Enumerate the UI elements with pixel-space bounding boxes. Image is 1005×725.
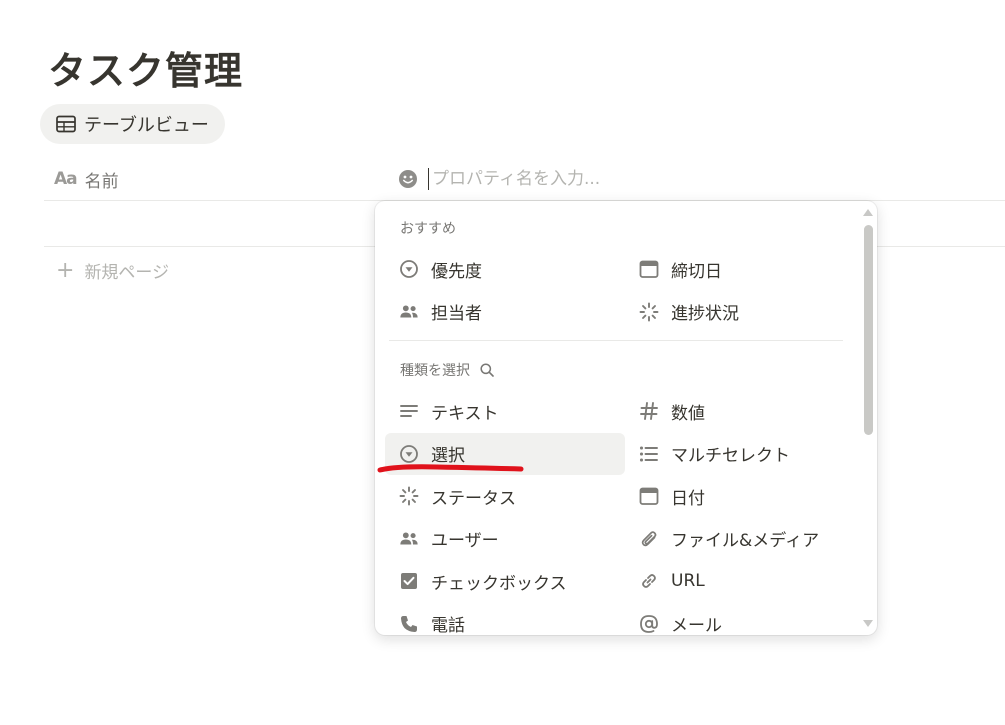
property-type-menu: おすすめ 優先度 締切日 担当者 進捗状況 種類を選択 テキスト 数値 選択 マ…	[375, 201, 877, 635]
menu-item-label: メール	[671, 616, 722, 635]
paperclip-icon	[639, 529, 659, 549]
menu-item-label: 進捗状況	[671, 304, 739, 325]
menu-item-label: チェックボックス	[431, 573, 567, 594]
table-icon	[56, 115, 76, 133]
page-title: タスク管理	[48, 49, 244, 93]
menu-item-label: ステータス	[431, 488, 516, 509]
phone-icon	[399, 614, 419, 634]
menu-item-label: テキスト	[431, 403, 499, 424]
hash-icon	[639, 401, 659, 421]
menu-item-email[interactable]: メール	[625, 603, 865, 635]
menu-item-phone[interactable]: 電話	[385, 603, 625, 635]
tab-table-view-label: テーブルビュー	[84, 115, 209, 136]
menu-item-checkbox[interactable]: チェックボックス	[385, 560, 625, 603]
at-icon	[639, 614, 659, 634]
tab-table-view[interactable]: テーブルビュー	[40, 104, 225, 144]
checkbox-icon	[399, 571, 419, 591]
column-header-name-label: 名前	[84, 171, 119, 192]
menu-item-progress[interactable]: 進捗状況	[625, 291, 865, 334]
new-page-label: 新規ページ	[84, 263, 170, 283]
status-icon	[639, 302, 659, 322]
menu-item-user[interactable]: ユーザー	[385, 518, 625, 561]
menu-scrollbar[interactable]	[863, 205, 873, 631]
select-icon	[399, 259, 419, 279]
link-icon	[639, 571, 659, 591]
section-label-types-text: 種類を選択	[400, 363, 470, 379]
menu-item-status[interactable]: ステータス	[385, 475, 625, 518]
text-icon	[399, 401, 419, 421]
list-icon	[639, 444, 659, 464]
property-name-input[interactable]	[428, 168, 728, 190]
menu-item-label: ファイル&メディア	[671, 531, 820, 552]
menu-item-label: 数値	[671, 403, 705, 424]
menu-item-assignee[interactable]: 担当者	[385, 291, 625, 334]
column-header-name[interactable]: Aa 名前	[54, 158, 119, 200]
section-label-recommended: おすすめ	[400, 221, 456, 237]
plus-icon: +	[56, 257, 75, 283]
scroll-up-arrow-icon[interactable]	[863, 209, 873, 216]
property-name-editor	[398, 158, 728, 200]
menu-item-label: 締切日	[671, 261, 722, 282]
menu-item-multi-select[interactable]: マルチセレクト	[625, 433, 865, 476]
menu-item-deadline[interactable]: 締切日	[625, 248, 865, 291]
text-type-icon: Aa	[54, 169, 78, 189]
people-icon	[399, 302, 419, 322]
menu-item-date[interactable]: 日付	[625, 475, 865, 518]
menu-item-number[interactable]: 数値	[625, 390, 865, 433]
menu-item-label: マルチセレクト	[671, 446, 790, 467]
menu-item-label: URL	[671, 571, 705, 592]
new-page-button[interactable]: + 新規ページ	[56, 258, 169, 283]
scroll-down-arrow-icon[interactable]	[863, 620, 873, 627]
status-icon	[399, 486, 419, 506]
people-icon	[399, 529, 419, 549]
calendar-icon	[639, 259, 659, 279]
menu-item-files-media[interactable]: ファイル&メディア	[625, 518, 865, 561]
scroll-thumb[interactable]	[864, 225, 873, 435]
types-grid: テキスト 数値 選択 マルチセレクト ステータス 日付 ユーザー ファイル&メデ…	[385, 390, 865, 635]
emoji-icon[interactable]	[398, 169, 418, 189]
menu-item-priority[interactable]: 優先度	[385, 248, 625, 291]
section-label-types: 種類を選択	[400, 360, 494, 380]
menu-divider	[389, 340, 843, 341]
menu-item-label: 日付	[671, 488, 705, 509]
table-header-row: Aa 名前	[44, 158, 1005, 201]
menu-item-text[interactable]: テキスト	[385, 390, 625, 433]
menu-item-label: 担当者	[431, 304, 482, 325]
menu-item-label: 優先度	[431, 261, 482, 282]
calendar-icon	[639, 486, 659, 506]
red-underline-annotation	[377, 464, 524, 473]
menu-item-label: 電話	[431, 616, 465, 635]
recommended-grid: 優先度 締切日 担当者 進捗状況	[385, 248, 865, 333]
menu-item-url[interactable]: URL	[625, 560, 865, 603]
search-icon[interactable]	[480, 363, 494, 377]
menu-item-label: ユーザー	[431, 531, 499, 552]
